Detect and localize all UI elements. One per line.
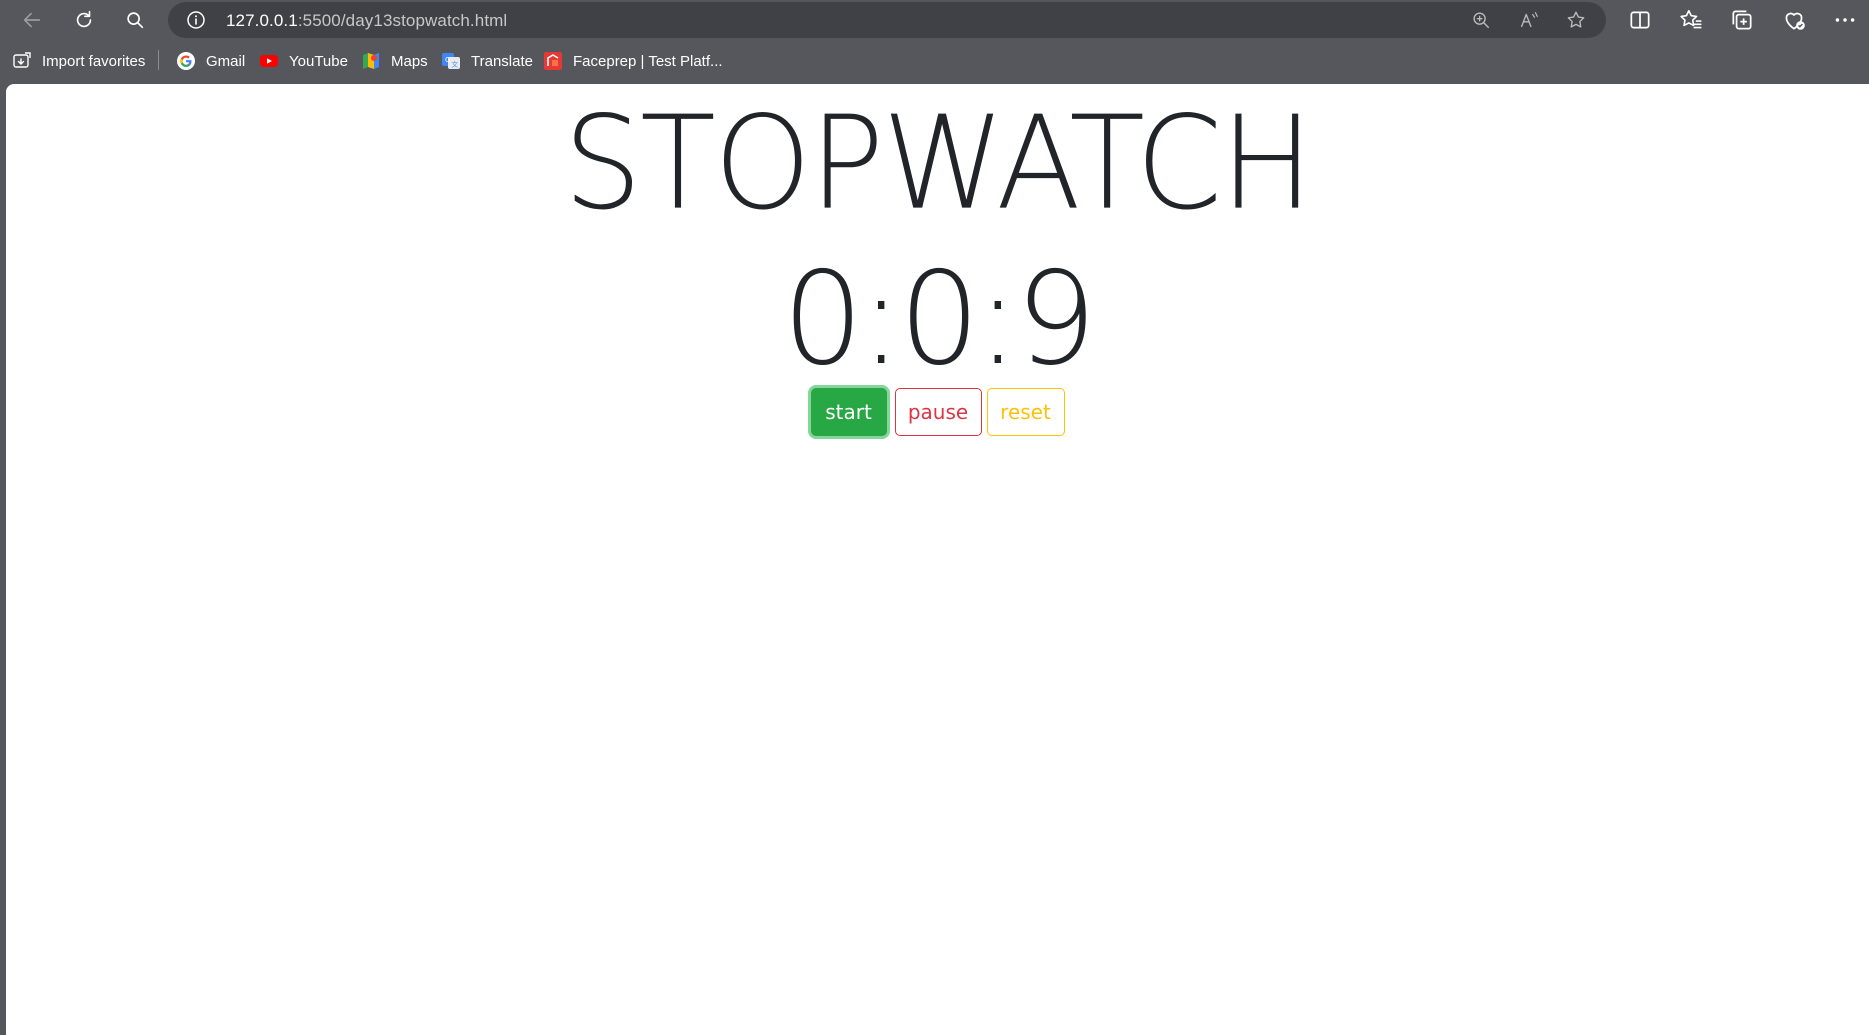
favorites-bar: Import favorites Gmail YouTube Maps G文 T… xyxy=(0,40,1869,82)
collections-icon[interactable] xyxy=(1729,7,1755,33)
maps-icon xyxy=(363,53,379,69)
site-info-icon[interactable] xyxy=(186,10,206,30)
favorite-label: Maps xyxy=(391,52,428,70)
favorite-import[interactable]: Import favorites xyxy=(12,48,145,74)
favorites-divider xyxy=(158,50,159,70)
favorites-icon[interactable] xyxy=(1678,7,1704,33)
import-favorites-icon xyxy=(13,52,31,68)
favorite-label: Translate xyxy=(471,52,533,70)
favorite-gmail[interactable]: Gmail xyxy=(176,48,245,74)
stopwatch-display: 0:0:9 xyxy=(782,245,1097,394)
back-arrow-icon xyxy=(23,12,41,28)
youtube-icon xyxy=(260,55,278,67)
page-viewport: STOPWATCH 0:0:9 start pause reset xyxy=(6,84,1869,1035)
search-button[interactable] xyxy=(119,4,151,36)
search-icon xyxy=(127,12,144,29)
url-host: 127.0.0.1 xyxy=(226,11,298,30)
split-screen-icon[interactable] xyxy=(1627,7,1653,33)
back-button[interactable] xyxy=(16,4,48,36)
translate-icon: G文 xyxy=(442,53,460,69)
svg-text:G: G xyxy=(445,56,450,64)
favorite-label: Gmail xyxy=(206,52,246,70)
faceprep-icon xyxy=(544,52,562,70)
svg-text:文: 文 xyxy=(452,60,459,69)
browser-toolbar: 127.0.0.1:5500/day13stopwatch.html xyxy=(0,0,1869,40)
favorite-translate[interactable]: G文 Translate xyxy=(441,48,533,74)
favorite-label: Import favorites xyxy=(42,52,146,70)
pause-button[interactable]: pause xyxy=(894,388,982,436)
google-icon xyxy=(177,52,195,70)
more-options-icon[interactable] xyxy=(1832,7,1858,33)
refresh-button[interactable] xyxy=(68,4,100,36)
refresh-icon xyxy=(76,10,92,28)
button-group: start pause reset xyxy=(6,388,1869,436)
url-path: :5500/day13stopwatch.html xyxy=(297,11,508,30)
reset-button[interactable]: reset xyxy=(986,388,1065,436)
browser-essentials-icon[interactable] xyxy=(1781,7,1807,33)
address-bar[interactable]: 127.0.0.1:5500/day13stopwatch.html xyxy=(168,2,1606,38)
favorite-faceprep[interactable]: Faceprep | Test Platf... xyxy=(543,48,723,74)
favorite-label: Faceprep | Test Platf... xyxy=(573,52,723,70)
read-aloud-icon[interactable] xyxy=(1518,9,1540,31)
favorite-label: YouTube xyxy=(289,52,348,70)
url-text[interactable]: 127.0.0.1:5500/day13stopwatch.html xyxy=(226,11,507,31)
page-title: STOPWATCH xyxy=(563,89,1313,239)
favorite-maps[interactable]: Maps xyxy=(361,48,428,74)
favorite-star-icon[interactable] xyxy=(1565,9,1587,31)
start-button[interactable]: start xyxy=(810,388,887,436)
zoom-icon[interactable] xyxy=(1470,9,1492,31)
favorite-youtube[interactable]: YouTube xyxy=(259,48,348,74)
